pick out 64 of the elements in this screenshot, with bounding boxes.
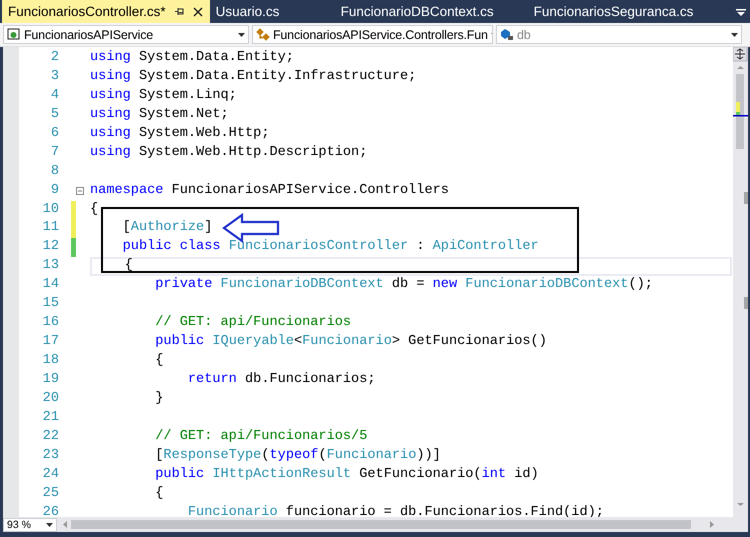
close-icon[interactable] — [192, 6, 203, 16]
code-line: using System.Web.Http; — [90, 124, 270, 143]
line-number: 26 — [42, 504, 59, 517]
editor-tab[interactable]: FuncionarioDBContext.cs — [334, 0, 528, 23]
line-number: 14 — [42, 276, 59, 294]
code-line: Funcionario funcionario = db.Funcionarios.Find(id); — [186, 504, 604, 517]
navigation-dropdown[interactable]: FuncionariosAPIService.Controllers.Fun — [252, 25, 493, 44]
dropdown-icon[interactable] — [736, 8, 746, 16]
code-line: using System.Web.Http.Description; — [90, 144, 368, 162]
code-line: [ResponseType(typeof(Funcionario))] — [154, 446, 441, 465]
caret-icon[interactable] — [731, 32, 738, 36]
line-number: 20 — [42, 390, 59, 408]
code-line: { — [90, 200, 98, 218]
code-line: using System.Net; — [90, 106, 229, 124]
line-number: 19 — [42, 370, 59, 389]
line-number: 18 — [42, 352, 59, 370]
code-line: using System.Data.Entity; — [90, 49, 294, 67]
code-line: } — [154, 390, 164, 408]
code-line: { — [154, 352, 164, 370]
code-line: public IQueryable<Funcionario> GetFuncionarios() — [154, 333, 547, 352]
line-number: 22 — [42, 428, 59, 446]
line-number: 7 — [50, 144, 59, 162]
code-line: return db.Funcionarios; — [186, 370, 376, 389]
line-number: 5 — [50, 106, 59, 124]
code-line: using System.Data.Entity.Infrastructure; — [90, 68, 416, 86]
code-line: // GET: api/Funcionarios/5 — [154, 428, 368, 446]
code-line: { — [154, 484, 164, 503]
line-number: 2 — [50, 49, 59, 67]
line-number: 25 — [42, 484, 59, 503]
collapse-icon[interactable] — [76, 186, 84, 195]
editor-tab[interactable]: Usuario.cs — [210, 0, 335, 23]
code-line: // GET: api/Funcionarios — [154, 314, 352, 332]
navigation-dropdown[interactable]: FuncionariosAPIService — [3, 25, 249, 44]
line-number: 6 — [50, 124, 59, 143]
line-number: 3 — [50, 68, 59, 86]
code-line: public class FuncionariosController : ApiController — [122, 238, 539, 256]
editor-tab[interactable]: FuncionariosController.cs* — [2, 0, 210, 23]
line-number: 8 — [50, 162, 59, 181]
line-number: 11 — [42, 219, 59, 238]
line-number: 12 — [42, 238, 59, 256]
code-line: public IHttpActionResult GetFuncionario(int id) — [154, 466, 539, 484]
field-lock-icon — [500, 28, 514, 41]
line-number: 13 — [42, 257, 59, 276]
project-icon — [7, 28, 21, 41]
zoom-dropdown[interactable]: 93 % — [3, 518, 57, 532]
line-number: 21 — [42, 408, 59, 427]
line-number: 4 — [50, 86, 59, 105]
line-number: 10 — [42, 200, 59, 218]
editor-tab[interactable]: FuncionariosSeguranca.cs — [528, 0, 700, 23]
caret-icon[interactable] — [46, 522, 53, 526]
code-line: using System.Linq; — [90, 86, 237, 105]
class-icon — [256, 28, 270, 41]
code-line: namespace FuncionariosAPIService.Controllers — [90, 182, 449, 200]
line-number: 9 — [50, 182, 59, 200]
code-line: [Authorize] — [122, 219, 212, 238]
code-line: private FuncionarioDBContext db = new FuncionarioDBContext(); — [154, 276, 653, 294]
line-number: 17 — [42, 333, 59, 352]
navigation-dropdown[interactable]: db — [496, 25, 742, 44]
line-number: 24 — [42, 466, 59, 484]
line-number: 16 — [42, 314, 59, 332]
line-number: 23 — [42, 446, 59, 465]
pin-icon[interactable] — [174, 6, 185, 17]
caret-icon[interactable] — [238, 32, 245, 36]
line-number: 15 — [42, 295, 59, 314]
